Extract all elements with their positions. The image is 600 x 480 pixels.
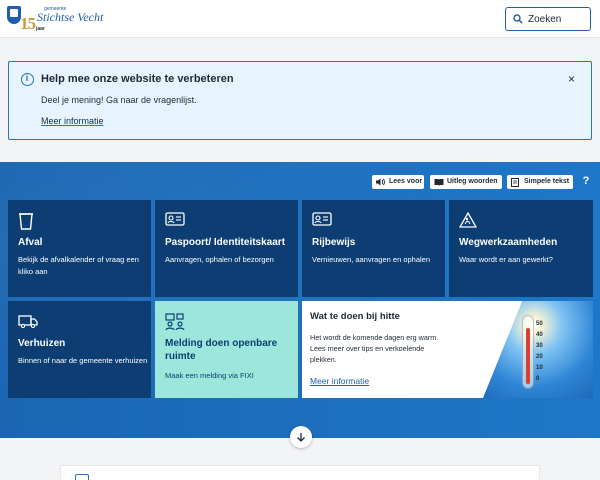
logo-name: Stichtse Vecht — [37, 10, 104, 24]
moving-truck-icon — [18, 315, 38, 329]
simple-text-button[interactable]: Simpele tekst — [507, 175, 573, 189]
explain-words-label: Uitleg woorden — [447, 178, 498, 185]
speaker-icon — [376, 178, 385, 186]
help-icon[interactable]: ? — [579, 174, 593, 188]
tile-title: Paspoort/ Identiteitskaart — [165, 237, 286, 248]
waste-bin-icon — [19, 213, 33, 230]
search-icon — [513, 14, 523, 24]
simple-text-label: Simpele tekst — [524, 178, 570, 185]
tile-description: Aanvragen, ophalen of bezorgen — [165, 255, 274, 264]
heat-title: Wat te doen bij hitte — [310, 311, 400, 322]
roadwork-sign-icon — [459, 212, 477, 228]
tile-rijbewijs[interactable]: Rijbewijs Vernieuwen, aanvragen en ophal… — [302, 200, 445, 297]
notice-more-info-link[interactable]: Meer informatie — [41, 116, 104, 126]
tile-description: Binnen of naar de gemeente verhuizen — [18, 356, 148, 365]
search-label: Zoeken — [528, 14, 562, 25]
tile-description: Waar wordt er aan gewerkt? — [459, 255, 553, 264]
tile-title: Afval — [18, 237, 43, 248]
document-icon — [75, 474, 89, 480]
tile-wegwerkzaamheden[interactable]: Wegwerkzaamheden Waar wordt er aan gewer… — [449, 200, 593, 297]
drivers-license-icon — [312, 212, 332, 226]
info-icon — [21, 73, 34, 86]
scroll-down-button[interactable] — [290, 426, 312, 448]
shield-icon — [7, 6, 21, 24]
heat-description: Het wordt de komende dagen erg warm. Lee… — [310, 333, 439, 364]
tile-title: Verhuizen — [18, 338, 66, 349]
heat-feature-card[interactable]: 50 40 30 20 10 0 Wat te doen bij hitte H… — [302, 301, 593, 398]
heat-more-info-link[interactable]: Meer informatie — [310, 376, 369, 386]
id-card-icon — [165, 212, 185, 226]
logo-number: 15 — [20, 14, 36, 33]
tile-afval[interactable]: Afval Bekijk de afvalkalender of vraag e… — [8, 200, 151, 297]
tile-title: Wegwerkzaamheden — [459, 237, 558, 248]
tile-paspoort[interactable]: Paspoort/ Identiteitskaart Aanvragen, op… — [155, 200, 298, 297]
explain-words-button[interactable]: Uitleg woorden — [430, 175, 502, 189]
feedback-notice: Help mee onze website te verbeteren Deel… — [8, 61, 592, 140]
tile-title: Melding doen openbare ruimte — [165, 338, 278, 362]
tile-verhuizen[interactable]: Verhuizen Binnen of naar de gemeente ver… — [8, 301, 151, 398]
site-header: gemeente Stichtse Vecht 15 jaar Zoeken — [0, 0, 600, 38]
close-icon[interactable]: × — [568, 73, 575, 85]
tile-description: Vernieuwen, aanvragen en ophalen — [312, 255, 431, 264]
tile-melding-openbare-ruimte[interactable]: Melding doen openbare ruimte Maak een me… — [155, 301, 298, 398]
logo-suffix: jaar — [36, 26, 45, 32]
document-icon — [511, 178, 519, 187]
tile-title: Rijbewijs — [312, 237, 356, 248]
book-icon — [434, 179, 444, 186]
read-aloud-label: Lees voor — [389, 178, 423, 185]
arrow-down-icon — [297, 433, 305, 442]
thermometer-scale: 50 40 30 20 10 0 — [536, 321, 543, 382]
read-aloud-button[interactable]: Lees voor — [372, 175, 424, 189]
public-space-report-icon — [165, 313, 185, 331]
tile-description: Bekijk de afvalkalender of vraag een kli… — [18, 255, 139, 276]
search-button[interactable]: Zoeken — [505, 7, 591, 31]
tile-description: Maak een melding via FIXI — [165, 371, 254, 380]
next-section-card — [60, 465, 540, 480]
notice-title: Help mee onze website te verbeteren — [41, 73, 234, 85]
municipality-logo[interactable]: gemeente Stichtse Vecht 15 jaar — [7, 4, 103, 34]
thermometer-icon — [522, 315, 534, 389]
notice-text: Deel je mening! Ga naar de vragenlijst. — [41, 95, 197, 105]
